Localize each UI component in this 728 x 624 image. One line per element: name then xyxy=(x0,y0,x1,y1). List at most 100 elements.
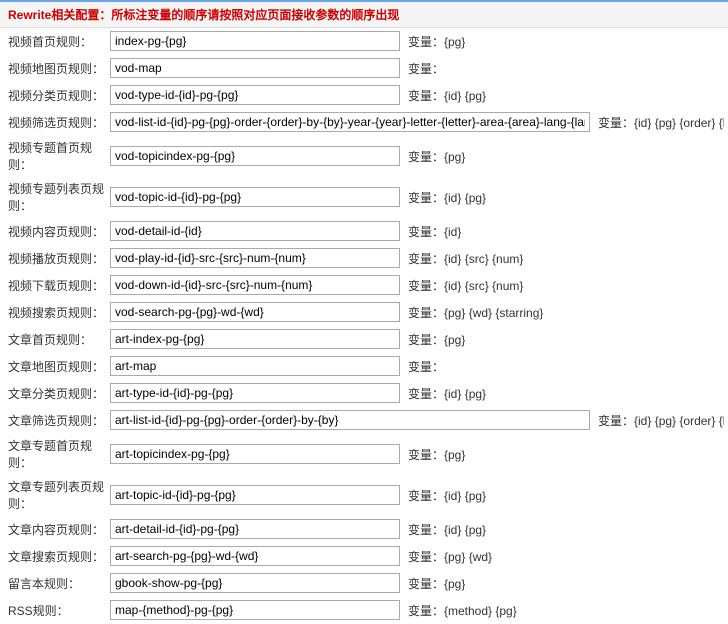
rule-input-wrap xyxy=(110,444,400,464)
rule-vars: 变量：{pg} {wd} xyxy=(400,548,492,565)
rule-input-wrap xyxy=(110,383,400,403)
rule-input-wrap xyxy=(110,519,400,539)
rule-input[interactable] xyxy=(110,221,400,241)
rule-vars: 变量：{id} {pg} xyxy=(400,189,486,206)
rule-input[interactable] xyxy=(110,573,400,593)
rule-row: 视频地图页规则： 变量： xyxy=(4,55,724,82)
rule-input[interactable] xyxy=(110,600,400,620)
rule-input-wrap xyxy=(110,221,400,241)
rule-vars: 变量：{id} {pg} xyxy=(400,487,486,504)
rule-input-wrap xyxy=(110,58,400,78)
rule-label: 文章分类页规则： xyxy=(4,385,110,402)
rule-input[interactable] xyxy=(110,410,590,430)
rule-vars: 变量：{id} {pg} {order} {by} {letter} xyxy=(590,412,724,429)
rule-row: 视频专题列表页规则： 变量：{id} {pg} xyxy=(4,177,724,218)
rule-input[interactable] xyxy=(110,275,400,295)
rule-input-wrap xyxy=(110,546,400,566)
rule-input[interactable] xyxy=(110,444,400,464)
rule-input[interactable] xyxy=(110,356,400,376)
rule-input-wrap xyxy=(110,248,400,268)
rewrite-rules-form: 视频首页规则： 变量：{pg} 视频地图页规则： 变量： 视频分类页规则： 变量：{id}… xyxy=(0,28,728,624)
rule-input[interactable] xyxy=(110,329,400,349)
rule-label: RSS规则： xyxy=(4,602,110,619)
rule-vars: 变量：{pg} {wd} {starring} xyxy=(400,304,543,321)
rule-vars: 变量：{pg} xyxy=(400,33,465,50)
rule-row: 视频筛选页规则： 变量：{id} {pg} {order} {by} {year}… xyxy=(4,109,724,136)
rule-label: 文章搜索页规则： xyxy=(4,548,110,565)
rule-label: 视频下载页规则： xyxy=(4,277,110,294)
rule-input-wrap xyxy=(110,85,400,105)
rule-input[interactable] xyxy=(110,485,400,505)
rule-label: 视频地图页规则： xyxy=(4,60,110,77)
rule-label: 视频专题列表页规则： xyxy=(4,180,110,214)
rule-vars: 变量：{pg} xyxy=(400,331,465,348)
rule-label: 视频搜索页规则： xyxy=(4,304,110,321)
rule-input[interactable] xyxy=(110,112,590,132)
rule-label: 视频内容页规则： xyxy=(4,223,110,240)
rule-vars: 变量：{id} {src} {num} xyxy=(400,277,523,294)
rule-row: 文章内容页规则：变量：{id} {pg} xyxy=(4,516,724,543)
rule-row: 视频搜索页规则： 变量：{pg} {wd} {starring} xyxy=(4,299,724,326)
rule-input[interactable] xyxy=(110,519,400,539)
rule-label: 文章专题列表页规则： xyxy=(4,478,110,512)
rule-input-wrap xyxy=(110,485,400,505)
rule-vars: 变量：{id} {pg} xyxy=(400,87,486,104)
rule-row: 文章地图页规则： 变量： xyxy=(4,353,724,380)
rule-row: 文章搜索页规则： 变量：{pg} {wd} xyxy=(4,543,724,570)
rule-input-wrap xyxy=(110,410,590,430)
rule-label: 视频筛选页规则： xyxy=(4,114,110,131)
rule-row: 视频下载页规则： 变量：{id} {src} {num} xyxy=(4,272,724,299)
rule-input[interactable] xyxy=(110,31,400,51)
rule-label: 视频播放页规则： xyxy=(4,250,110,267)
rule-vars: 变量： xyxy=(400,60,444,77)
rule-input[interactable] xyxy=(110,187,400,207)
rule-label: 视频分类页规则： xyxy=(4,87,110,104)
rule-row: 留言本规则： 变量：{pg} xyxy=(4,570,724,597)
rule-input[interactable] xyxy=(110,248,400,268)
rule-row: 文章首页规则： 变量：{pg} xyxy=(4,326,724,353)
rule-label: 留言本规则： xyxy=(4,575,110,592)
rule-vars: 变量：{method} {pg} xyxy=(400,602,517,619)
rule-input-wrap xyxy=(110,573,400,593)
rule-input-wrap xyxy=(110,146,400,166)
rule-row: 文章专题首页规则： 变量：{pg} xyxy=(4,434,724,475)
rule-input[interactable] xyxy=(110,383,400,403)
rule-input[interactable] xyxy=(110,146,400,166)
config-section-header: Rewrite相关配置：所标注变量的顺序请按照对应页面接收参数的顺序出现 xyxy=(0,0,728,28)
rule-input-wrap xyxy=(110,600,400,620)
rule-input-wrap xyxy=(110,302,400,322)
rule-row: 视频内容页规则： 变量：{id} xyxy=(4,218,724,245)
rule-row: 文章分类页规则： 变量：{id} {pg} xyxy=(4,380,724,407)
rule-input-wrap xyxy=(110,275,400,295)
rule-vars: 变量：{pg} xyxy=(400,148,465,165)
rule-row: 视频首页规则： 变量：{pg} xyxy=(4,28,724,55)
rule-vars: 变量：{id} {pg} {order} {by} {year} {letter… xyxy=(590,114,724,131)
rule-label: 文章首页规则： xyxy=(4,331,110,348)
rule-row: 文章专题列表页规则： 变量：{id} {pg} xyxy=(4,475,724,516)
rule-row: 文章筛选页规则： 变量：{id} {pg} {order} {by} {lette… xyxy=(4,407,724,434)
rule-vars: 变量：{id} {pg} xyxy=(400,385,486,402)
rule-label: 视频首页规则： xyxy=(4,33,110,50)
rule-vars: 变量：{id} {pg} xyxy=(400,521,486,538)
rule-vars: 变量：{pg} xyxy=(400,575,465,592)
rule-input[interactable] xyxy=(110,546,400,566)
rule-vars: 变量： xyxy=(400,358,444,375)
rule-row: 视频专题首页规则：变量：{pg} xyxy=(4,136,724,177)
rule-label: 文章筛选页规则： xyxy=(4,412,110,429)
rule-input-wrap xyxy=(110,356,400,376)
rule-row: RSS规则： 变量：{method} {pg} xyxy=(4,597,724,624)
rule-label: 文章地图页规则： xyxy=(4,358,110,375)
rule-input-wrap xyxy=(110,187,400,207)
rule-label: 文章专题首页规则： xyxy=(4,437,110,471)
rule-vars: 变量：{pg} xyxy=(400,446,465,463)
rule-vars: 变量：{id} {src} {num} xyxy=(400,250,523,267)
rule-input-wrap xyxy=(110,31,400,51)
rule-input-wrap xyxy=(110,329,400,349)
rule-row: 视频分类页规则： 变量：{id} {pg} xyxy=(4,82,724,109)
rule-input[interactable] xyxy=(110,302,400,322)
rule-input-wrap xyxy=(110,112,590,132)
rule-input[interactable] xyxy=(110,85,400,105)
rule-row: 视频播放页规则： 变量：{id} {src} {num} xyxy=(4,245,724,272)
rule-input[interactable] xyxy=(110,58,400,78)
rule-vars: 变量：{id} xyxy=(400,223,461,240)
